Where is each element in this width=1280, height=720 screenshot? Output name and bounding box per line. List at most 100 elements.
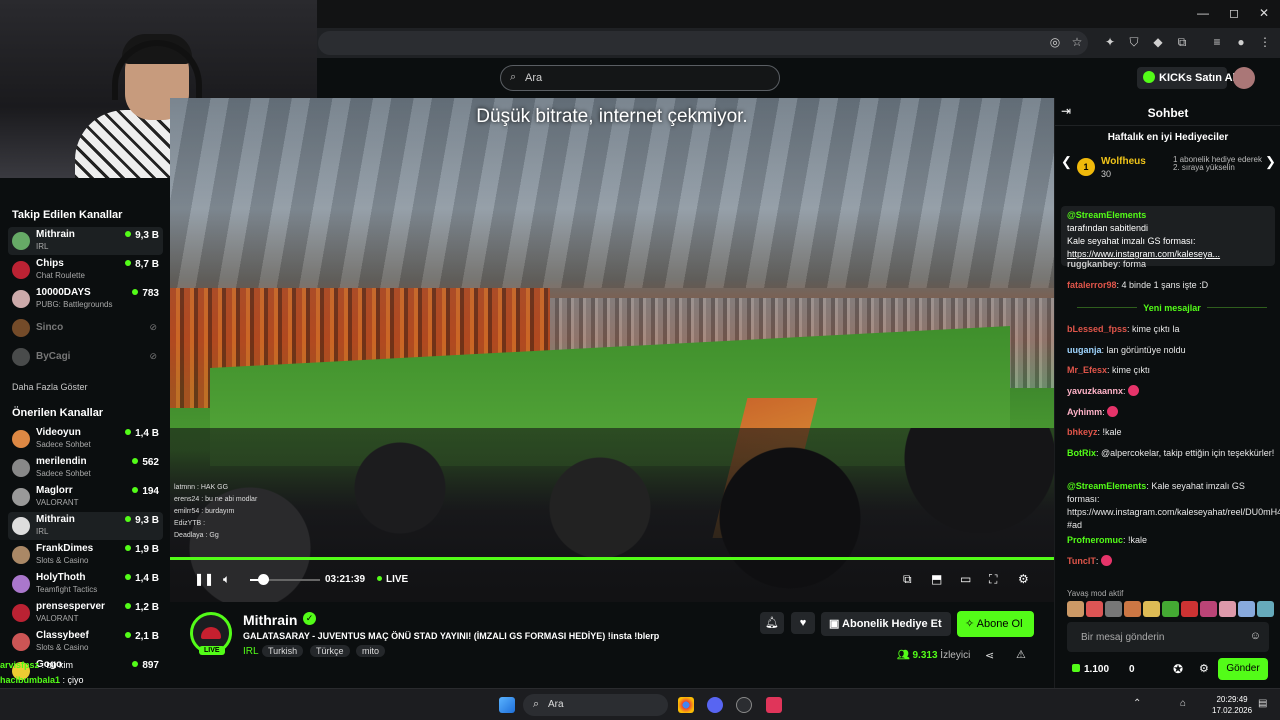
sidebar-channel-videoyun[interactable]: Videoyun Sadece Sohbet 1,4 B bbox=[8, 425, 163, 453]
theater-mode-icon[interactable]: ▭ bbox=[960, 572, 971, 586]
tag-turkish[interactable]: Turkish bbox=[262, 645, 304, 657]
chat-username[interactable]: Ayhimm bbox=[1067, 407, 1102, 417]
emote-icon[interactable] bbox=[1086, 601, 1103, 617]
category-link[interactable]: IRL bbox=[243, 646, 259, 657]
volume-knob[interactable] bbox=[258, 574, 269, 585]
extension-icon[interactable]: ◆ bbox=[1151, 35, 1165, 49]
chat-username[interactable]: uuganja bbox=[1067, 345, 1102, 355]
sidebar-channel-mithrain[interactable]: Mithrain IRL 9,3 B bbox=[8, 512, 163, 540]
send-button[interactable]: Gönder bbox=[1218, 658, 1268, 680]
bookmark-star-icon[interactable]: ☆ bbox=[1070, 35, 1084, 49]
pinned-user[interactable]: @StreamElements bbox=[1067, 210, 1146, 220]
emote-icon[interactable] bbox=[1238, 601, 1255, 617]
tag-mito[interactable]: mito bbox=[356, 645, 386, 657]
video-player[interactable]: Düşük bitrate, internet çekmiyor. latmnn… bbox=[170, 98, 1054, 602]
volume-icon[interactable]: 🔈︎ bbox=[223, 572, 230, 587]
network-icon[interactable]: ⌂ bbox=[1180, 698, 1186, 709]
rewards-count[interactable]: 0 bbox=[1129, 664, 1135, 675]
close-window-icon[interactable]: ✕ bbox=[1259, 6, 1269, 20]
show-more-link[interactable]: Daha Fazla Göster bbox=[12, 382, 88, 392]
live-indicator[interactable]: LIVE bbox=[377, 574, 408, 585]
windows-start-icon[interactable] bbox=[499, 697, 515, 713]
discord-icon[interactable] bbox=[707, 697, 723, 713]
chat-username[interactable]: BotRix bbox=[1067, 448, 1096, 458]
more-menu-icon[interactable]: ⋮ bbox=[1258, 35, 1272, 49]
emote-icon[interactable] bbox=[1067, 601, 1084, 617]
report-icon[interactable]: ⚠ bbox=[1016, 648, 1026, 661]
buy-kicks-button[interactable]: KICKs Satın Al bbox=[1137, 67, 1236, 89]
chat-username[interactable]: fatalerror98 bbox=[1067, 280, 1117, 290]
miniplayer-icon[interactable]: ⧉ bbox=[903, 572, 912, 587]
pause-icon[interactable]: ❚❚ bbox=[194, 572, 214, 586]
chat-username[interactable]: @StreamElements bbox=[1067, 481, 1146, 491]
channel-name[interactable]: Mithrain bbox=[243, 612, 297, 628]
app-icon[interactable] bbox=[766, 697, 782, 713]
search-bar[interactable]: ⌕ Ara bbox=[500, 65, 780, 91]
maximize-icon[interactable]: ◻ bbox=[1229, 6, 1239, 20]
sidebar-channel-chips[interactable]: Chips Chat Roulette 8,7 B bbox=[8, 256, 163, 284]
settings-gear-icon[interactable]: ⚙ bbox=[1018, 572, 1029, 586]
profile-icon[interactable]: ● bbox=[1234, 35, 1248, 49]
chat-username[interactable]: yavuzkaannx bbox=[1067, 386, 1123, 396]
pinned-message[interactable]: @StreamElements tarafından sabitlendi Ka… bbox=[1061, 206, 1275, 266]
sidebar-channel-maglorr[interactable]: Maglorr VALORANT 194 bbox=[8, 483, 163, 511]
search-input[interactable]: Ara bbox=[525, 72, 542, 84]
tag-turkce[interactable]: Türkçe bbox=[310, 645, 350, 657]
follow-heart-icon[interactable]: ♥ bbox=[791, 612, 815, 634]
extension-icon[interactable]: ✦ bbox=[1103, 35, 1117, 49]
playlist-icon[interactable]: ≡ bbox=[1210, 35, 1224, 49]
obs-icon[interactable] bbox=[736, 697, 752, 713]
emoji-icon[interactable]: ☺ bbox=[1250, 630, 1261, 642]
sidebar-channel-sinco[interactable]: Sinco ⊘ bbox=[8, 314, 163, 342]
chat-username[interactable]: ruggkanbey bbox=[1067, 259, 1118, 269]
predictions-icon[interactable]: ✪ bbox=[1173, 662, 1183, 676]
fullscreen-icon[interactable]: ⛶ bbox=[989, 572, 997, 587]
sidebar-channel-classybeef[interactable]: Classybeef Slots & Casino 2,1 B bbox=[8, 628, 163, 656]
sidebar-channel-bycagi[interactable]: ByCagi ⊘ bbox=[8, 343, 163, 371]
emote-icon[interactable] bbox=[1181, 601, 1198, 617]
emote-icon[interactable] bbox=[1162, 601, 1179, 617]
subscribe-button[interactable]: ✧ Abone Ol bbox=[957, 611, 1034, 637]
emote-icon[interactable] bbox=[1219, 601, 1236, 617]
chevron-up-icon[interactable]: ⌃ bbox=[1133, 698, 1141, 709]
sidebar-channel-merilendin[interactable]: merilendin Sadece Sohbet 562 bbox=[8, 454, 163, 482]
chat-username[interactable]: TuncIT bbox=[1067, 556, 1096, 566]
chevron-left-icon[interactable]: ❮ bbox=[1061, 154, 1072, 170]
top-gifter[interactable]: 1 Wolfheus 30 1 abonelik hediye ederek 2… bbox=[1077, 154, 1262, 182]
taskbar-search[interactable]: ⌕ Ara bbox=[523, 694, 668, 716]
shield-icon[interactable]: ⛉ bbox=[1127, 35, 1141, 49]
chevron-right-icon[interactable]: ❯ bbox=[1265, 154, 1276, 170]
emote-icon[interactable] bbox=[1143, 601, 1160, 617]
chat-username[interactable]: Profneromuc bbox=[1067, 535, 1123, 545]
taskbar-search-input[interactable]: Ara bbox=[548, 699, 564, 710]
address-bar[interactable] bbox=[318, 31, 1088, 55]
minimize-icon[interactable]: — bbox=[1197, 6, 1209, 20]
user-avatar[interactable] bbox=[1233, 67, 1255, 89]
chat-username[interactable]: bhkeyz bbox=[1067, 427, 1098, 437]
sidebar-channel-mithrain[interactable]: Mithrain IRL 9,3 B bbox=[8, 227, 163, 255]
chat-settings-icon[interactable]: ⚙ bbox=[1199, 662, 1209, 675]
progress-bar[interactable] bbox=[170, 557, 1054, 560]
notification-icon[interactable]: ▤ bbox=[1258, 698, 1267, 709]
emote-icon[interactable] bbox=[1257, 601, 1274, 617]
sidebar-channel-holythoth[interactable]: HolyThoth Teamfight Tactics 1,4 B bbox=[8, 570, 163, 598]
gift-subscription-button[interactable]: ▣ Abonelik Hediye Et bbox=[821, 612, 951, 636]
emote-icon[interactable] bbox=[1124, 601, 1141, 617]
kicks-balance[interactable]: 1.100 bbox=[1072, 664, 1109, 675]
puzzle-icon[interactable]: ⧉ bbox=[1175, 35, 1189, 49]
emote-icon[interactable] bbox=[1105, 601, 1122, 617]
clip-icon[interactable]: ⬒ bbox=[931, 572, 942, 586]
sidebar-channel-prensesperver[interactable]: prensesperver VALORANT 1,2 B bbox=[8, 599, 163, 627]
chat-input-box[interactable]: ☺ bbox=[1067, 622, 1269, 652]
eye-off-icon[interactable]: ◎ bbox=[1048, 35, 1062, 49]
share-icon[interactable]: ⋖ bbox=[985, 649, 994, 662]
chat-username[interactable]: bLessed_fpss bbox=[1067, 324, 1127, 334]
sidebar-channel-10000days[interactable]: 10000DAYS PUBG: Battlegrounds 783 bbox=[8, 285, 163, 313]
chrome-icon[interactable] bbox=[678, 697, 694, 713]
chat-message-input[interactable] bbox=[1067, 622, 1247, 652]
sidebar-channel-frankdimes[interactable]: FrankDimes Slots & Casino 1,9 B bbox=[8, 541, 163, 569]
emote-icon[interactable] bbox=[1200, 601, 1217, 617]
chat-username[interactable]: Mr_Efesx bbox=[1067, 365, 1107, 375]
notification-bell-icon[interactable]: 🔔︎ bbox=[760, 612, 784, 634]
system-clock[interactable]: 20:29:49 17.02.2026 bbox=[1212, 694, 1252, 716]
